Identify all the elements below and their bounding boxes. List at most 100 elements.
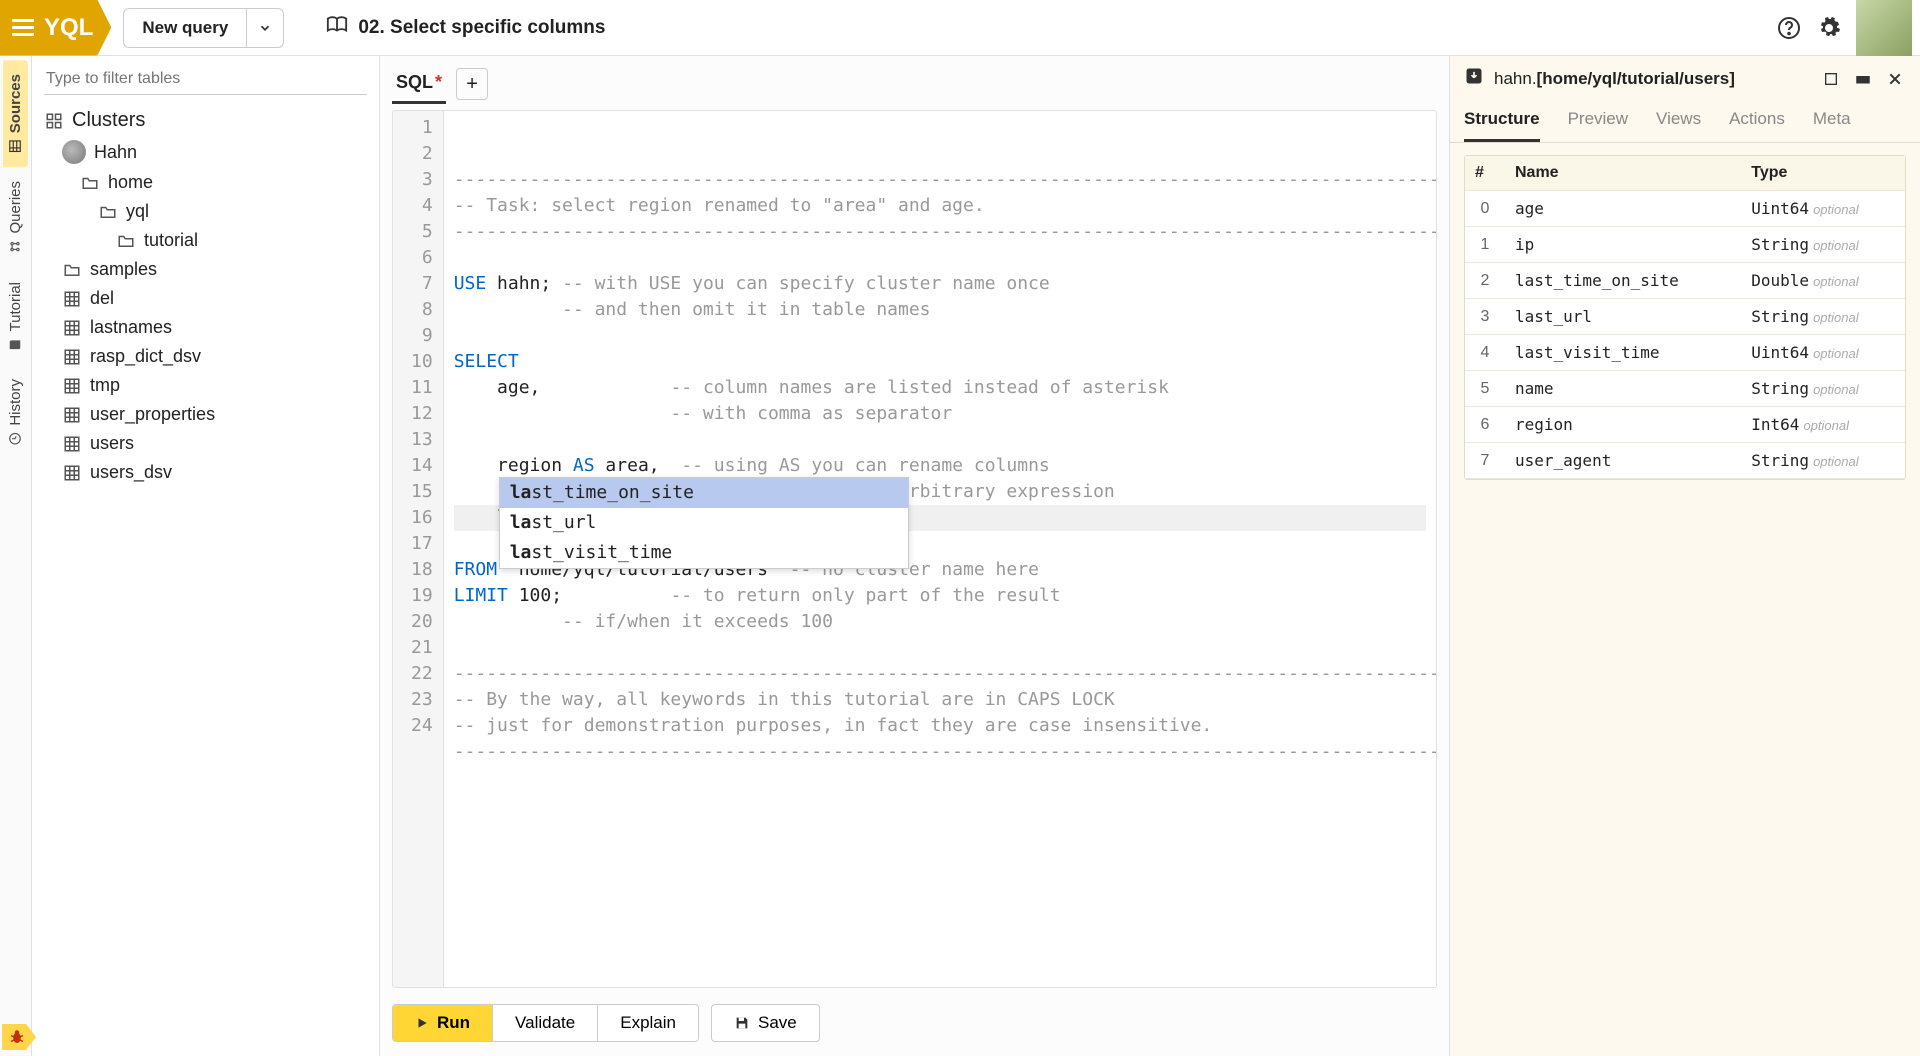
schema-row[interactable]: 1ipStringoptional (1465, 227, 1905, 263)
table-icon (62, 463, 82, 483)
validate-button[interactable]: Validate (492, 1005, 597, 1041)
explain-button[interactable]: Explain (597, 1005, 698, 1041)
schema-table: # Name Type 0ageUint64optional1ipStringo… (1464, 155, 1906, 480)
brand-chip: YQL (0, 0, 111, 56)
schema-row[interactable]: 6regionInt64optional (1465, 407, 1905, 443)
lesson-title: 02. Select specific columns (358, 17, 605, 39)
grid-icon (44, 111, 64, 131)
cluster-avatar-icon (62, 140, 86, 164)
autocomplete-option[interactable]: last_url (500, 508, 908, 538)
code-line: ----------------------------------------… (454, 739, 1426, 765)
folder-icon (80, 173, 100, 193)
code-line (454, 323, 1426, 349)
table-item[interactable]: users_dsv (44, 458, 367, 487)
code-line: -- Task: select region renamed to "area"… (454, 193, 1426, 219)
code-line: region AS area, -- using AS you can rena… (454, 453, 1426, 479)
table-icon (62, 434, 82, 454)
table-item[interactable]: user_properties (44, 400, 367, 429)
code-line (454, 245, 1426, 271)
table-item[interactable]: samples (44, 255, 367, 284)
new-query-button[interactable]: New query (124, 9, 247, 47)
schema-row[interactable]: 0ageUint64optional (1465, 191, 1905, 227)
add-tab-button[interactable]: + (456, 68, 488, 100)
schema-row[interactable]: 7user_agentStringoptional (1465, 443, 1905, 479)
action-group: Run Validate Explain (392, 1004, 699, 1042)
app-header: YQL New query 02. Select specific column… (0, 0, 1920, 56)
table-item[interactable]: rasp_dict_dsv (44, 342, 367, 371)
col-type: Type (1741, 156, 1905, 191)
new-query-dropdown[interactable] (247, 21, 283, 35)
sources-tree: Clusters Hahn home yql tutorial (44, 105, 367, 487)
header-icons (1776, 0, 1912, 56)
code-line: SELECT (454, 349, 1426, 375)
col-index: # (1465, 156, 1505, 191)
avatar[interactable] (1856, 0, 1912, 56)
code-line: -- with comma as separator (454, 401, 1426, 427)
table-icon (62, 318, 82, 338)
schema-row[interactable]: 5nameStringoptional (1465, 371, 1905, 407)
code-line (454, 635, 1426, 661)
tab-actions[interactable]: Actions (1729, 101, 1785, 142)
rail-tab-tutorial[interactable]: Tutorial (3, 268, 28, 365)
code-content[interactable]: ----------------------------------------… (444, 111, 1436, 987)
folder-yql[interactable]: yql (44, 197, 367, 226)
left-rail: Sources Queries Tutorial History (0, 56, 32, 1056)
brand-label: YQL (44, 14, 93, 42)
table-path: hahn.[home/yql/tutorial/users] (1494, 69, 1810, 89)
tab-preview[interactable]: Preview (1568, 101, 1628, 142)
window-minimize-icon[interactable] (1852, 68, 1874, 90)
help-icon[interactable] (1776, 15, 1802, 41)
inspector-tabs: Structure Preview Views Actions Meta (1450, 101, 1920, 143)
table-item[interactable]: tmp (44, 371, 367, 400)
rail-tab-sources[interactable]: Sources (3, 60, 28, 167)
folder-home[interactable]: home (44, 168, 367, 197)
table-item[interactable]: lastnames (44, 313, 367, 342)
tab-meta[interactable]: Meta (1813, 101, 1851, 142)
autocomplete-popup: last_time_on_sitelast_urllast_visit_time (499, 477, 909, 569)
close-icon[interactable] (1884, 68, 1906, 90)
col-name: Name (1505, 156, 1741, 191)
table-item[interactable]: users (44, 429, 367, 458)
bug-report-button[interactable] (2, 1024, 36, 1050)
table-icon (62, 289, 82, 309)
schema-row[interactable]: 2last_time_on_siteDoubleoptional (1465, 263, 1905, 299)
clusters-header[interactable]: Clusters (44, 105, 367, 136)
inspector-panel: hahn.[home/yql/tutorial/users] Structure… (1450, 56, 1920, 1056)
download-icon[interactable] (1464, 66, 1484, 91)
dirty-indicator: * (435, 72, 442, 92)
code-line (454, 765, 1426, 791)
new-query-button-group: New query (123, 8, 284, 48)
run-button[interactable]: Run (393, 1005, 492, 1041)
folder-icon (62, 260, 82, 280)
menu-icon[interactable] (12, 19, 34, 36)
folder-tutorial[interactable]: tutorial (44, 226, 367, 255)
autocomplete-option[interactable]: last_visit_time (500, 538, 908, 568)
autocomplete-option[interactable]: last_time_on_site (500, 478, 908, 508)
code-line: ----------------------------------------… (454, 661, 1426, 687)
schema-row[interactable]: 4last_visit_timeUint64optional (1465, 335, 1905, 371)
table-icon (62, 376, 82, 396)
editor-panel: SQL* + 123456789101112131415161718192021… (380, 56, 1450, 1056)
code-line: ----------------------------------------… (454, 167, 1426, 193)
cluster-hahn[interactable]: Hahn (44, 136, 367, 168)
schema-row[interactable]: 3last_urlStringoptional (1465, 299, 1905, 335)
rail-tab-history[interactable]: History (3, 365, 28, 460)
chevron-down-icon (258, 21, 272, 35)
editor-tab-sql[interactable]: SQL* (392, 66, 446, 104)
editor-tabs: SQL* + (380, 56, 1449, 104)
table-item[interactable]: del (44, 284, 367, 313)
window-restore-icon[interactable] (1820, 68, 1842, 90)
plus-icon: + (466, 73, 478, 96)
code-line: LIMIT 100; -- to return only part of the… (454, 583, 1426, 609)
gear-icon[interactable] (1816, 15, 1842, 41)
filter-tables-input[interactable] (44, 64, 367, 95)
save-button[interactable]: Save (711, 1004, 820, 1042)
rail-tab-queries[interactable]: Queries (3, 167, 28, 268)
tab-structure[interactable]: Structure (1464, 101, 1540, 142)
table-icon (62, 405, 82, 425)
tab-views[interactable]: Views (1656, 101, 1701, 142)
inspector-header: hahn.[home/yql/tutorial/users] (1450, 56, 1920, 101)
code-line: -- and then omit it in table names (454, 297, 1426, 323)
code-editor[interactable]: 123456789101112131415161718192021222324 … (392, 110, 1437, 988)
code-line: ----------------------------------------… (454, 219, 1426, 245)
